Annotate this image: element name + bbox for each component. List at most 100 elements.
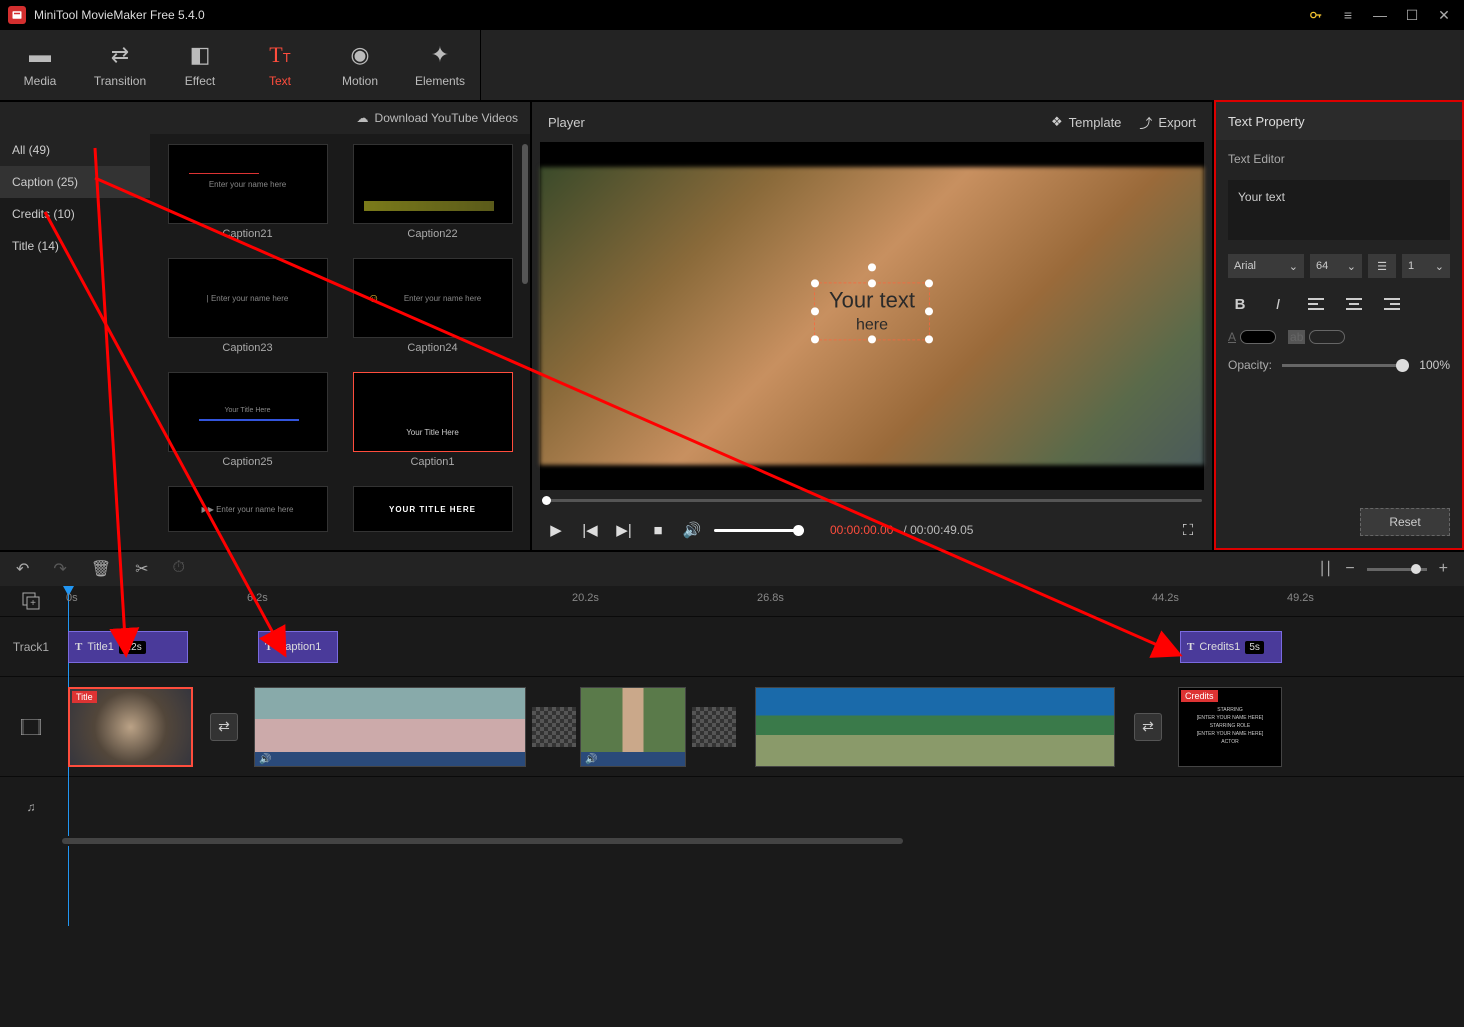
category-caption[interactable]: Caption (25) — [0, 166, 150, 198]
folder-icon: ▬ — [29, 42, 51, 68]
resize-handle[interactable] — [811, 279, 819, 287]
category-all[interactable]: All (49) — [0, 134, 150, 166]
thumb-caption22[interactable]: Enter your name here Caption22 — [345, 144, 520, 248]
key-icon[interactable] — [1304, 3, 1328, 27]
fullscreen-button[interactable]: ⛶ — [1176, 518, 1200, 542]
resize-handle[interactable] — [925, 335, 933, 343]
export-button[interactable]: ⤴ Export — [1139, 113, 1196, 132]
tab-motion[interactable]: ◉ Motion — [320, 30, 400, 100]
font-color-picker[interactable]: A — [1228, 330, 1276, 344]
credits-badge: Credits — [1181, 690, 1218, 702]
tab-text[interactable]: TT Text — [240, 30, 320, 100]
timeline-h-scrollbar[interactable] — [62, 836, 1464, 846]
text-clip-caption1[interactable]: TCaption1 — [258, 631, 338, 663]
prev-frame-button[interactable]: |◀ — [578, 518, 602, 542]
volume-thumb[interactable] — [793, 525, 804, 536]
stop-button[interactable]: ■ — [646, 518, 670, 542]
video-track[interactable]: Title ⇄ 🔊 🔊 ⇄ Credits STARRING [ENTER YO… — [62, 677, 1464, 776]
preview-area[interactable]: Your texthere — [540, 142, 1204, 490]
video-clip-1[interactable]: Title — [68, 687, 193, 767]
text-track[interactable]: TTitle1 6.2s TCaption1 TCredits1 5s — [62, 617, 1464, 676]
rotate-handle[interactable] — [868, 263, 876, 271]
download-youtube-link[interactable]: ☁ Download YouTube Videos — [357, 111, 518, 125]
menu-icon[interactable]: ≡ — [1336, 3, 1360, 27]
play-button[interactable]: ▶ — [544, 518, 568, 542]
thumb-caption-extra2[interactable]: YOUR TITLE HERE — [345, 486, 520, 540]
undo-button[interactable]: ↶ — [16, 559, 29, 579]
line-height-button[interactable]: ☰ — [1368, 254, 1396, 278]
transition-marker[interactable]: ⇄ — [1134, 713, 1162, 741]
resize-handle[interactable] — [811, 335, 819, 343]
text-clip-credits1[interactable]: TCredits1 5s — [1180, 631, 1282, 663]
text-editor-input[interactable]: Your text — [1228, 180, 1450, 240]
split-button[interactable]: ✂ — [135, 559, 148, 579]
opacity-value: 100% — [1419, 358, 1450, 372]
snap-button[interactable]: ⎢⎢ — [1320, 561, 1333, 577]
zoom-slider[interactable] — [1367, 568, 1427, 571]
thumb-caption-extra1[interactable]: ▶▶ Enter your name here — [160, 486, 335, 540]
text-overlay-bbox[interactable]: Your texthere — [814, 282, 930, 340]
text-property-title: Text Property — [1216, 102, 1462, 140]
transition-marker[interactable]: ⇄ — [210, 713, 238, 741]
resize-handle[interactable] — [925, 279, 933, 287]
scrub-bar[interactable] — [532, 490, 1212, 510]
video-clip-4[interactable] — [755, 687, 1115, 767]
chevron-down-icon: ⌄ — [1435, 260, 1444, 273]
redo-button[interactable]: ↷ — [53, 559, 66, 579]
scrub-thumb[interactable] — [542, 496, 551, 505]
minimize-icon[interactable]: — — [1368, 3, 1392, 27]
video-clip-3[interactable]: 🔊 — [580, 687, 686, 767]
timeline-h-scroll-thumb[interactable] — [62, 838, 903, 844]
align-left-button[interactable] — [1304, 292, 1328, 316]
thumb-caption24[interactable]: Enter your name here Caption24 — [345, 258, 520, 362]
tab-effect[interactable]: ◧ Effect — [160, 30, 240, 100]
video-clip-2[interactable]: 🔊 — [254, 687, 526, 767]
italic-button[interactable]: I — [1266, 292, 1290, 316]
library-scrollbar[interactable] — [522, 144, 528, 284]
resize-handle[interactable] — [868, 279, 876, 287]
align-right-button[interactable] — [1380, 292, 1404, 316]
audio-track[interactable] — [62, 777, 1464, 836]
text-clip-title1[interactable]: TTitle1 6.2s — [68, 631, 188, 663]
maximize-icon[interactable]: ☐ — [1400, 3, 1424, 27]
font-size-select[interactable]: 64⌄ — [1310, 254, 1362, 278]
tab-media[interactable]: ▬ Media — [0, 30, 80, 100]
speed-button[interactable]: ⏱ — [173, 559, 185, 579]
thumb-caption25[interactable]: Your Title Here Caption25 — [160, 372, 335, 476]
resize-handle[interactable] — [868, 335, 876, 343]
zoom-thumb[interactable] — [1411, 564, 1421, 574]
template-button[interactable]: ❖ Template — [1051, 114, 1121, 130]
reset-button[interactable]: Reset — [1360, 508, 1450, 536]
resize-handle[interactable] — [925, 307, 933, 315]
thumb-caption1[interactable]: Your Title Here Caption1 — [345, 372, 520, 476]
highlight-color-picker[interactable]: ab — [1288, 330, 1345, 344]
category-credits[interactable]: Credits (10) — [0, 198, 150, 230]
next-frame-button[interactable]: ▶| — [612, 518, 636, 542]
align-center-button[interactable] — [1342, 292, 1366, 316]
overlay-text: Your texthere — [829, 289, 915, 333]
add-media-button[interactable]: + — [0, 586, 62, 616]
opacity-slider[interactable] — [1282, 364, 1409, 367]
bold-button[interactable]: B — [1228, 292, 1252, 316]
letter-spacing-select[interactable]: 1⌄ — [1402, 254, 1450, 278]
tab-media-label: Media — [24, 74, 57, 88]
font-family-select[interactable]: Arial⌄ — [1228, 254, 1304, 278]
volume-icon[interactable]: 🔊 — [680, 518, 704, 542]
thumb-caption23[interactable]: | Enter your name here Caption23 — [160, 258, 335, 362]
ruler-tick: 20.2s — [572, 592, 599, 604]
close-icon[interactable]: ✕ — [1432, 3, 1456, 27]
video-clip-credits[interactable]: Credits STARRING [ENTER YOUR NAME HERE] … — [1178, 687, 1282, 767]
resize-handle[interactable] — [811, 307, 819, 315]
thumb-caption21[interactable]: Enter your name here Caption21 — [160, 144, 335, 248]
layers-icon: ❖ — [1051, 114, 1063, 130]
delete-button[interactable]: 🗑 — [91, 559, 111, 579]
tab-elements[interactable]: ✦ Elements — [400, 30, 480, 100]
zoom-out-button[interactable]: − — [1345, 560, 1354, 578]
motion-icon: ◉ — [350, 42, 369, 68]
zoom-in-button[interactable]: + — [1439, 560, 1448, 578]
opacity-thumb[interactable] — [1396, 359, 1409, 372]
tab-transition[interactable]: ⇄ Transition — [80, 30, 160, 100]
timeline-ruler[interactable]: 0s 6.2s 20.2s 26.8s 44.2s 49.2s — [62, 586, 1464, 616]
volume-slider[interactable] — [714, 529, 804, 532]
category-title[interactable]: Title (14) — [0, 230, 150, 262]
